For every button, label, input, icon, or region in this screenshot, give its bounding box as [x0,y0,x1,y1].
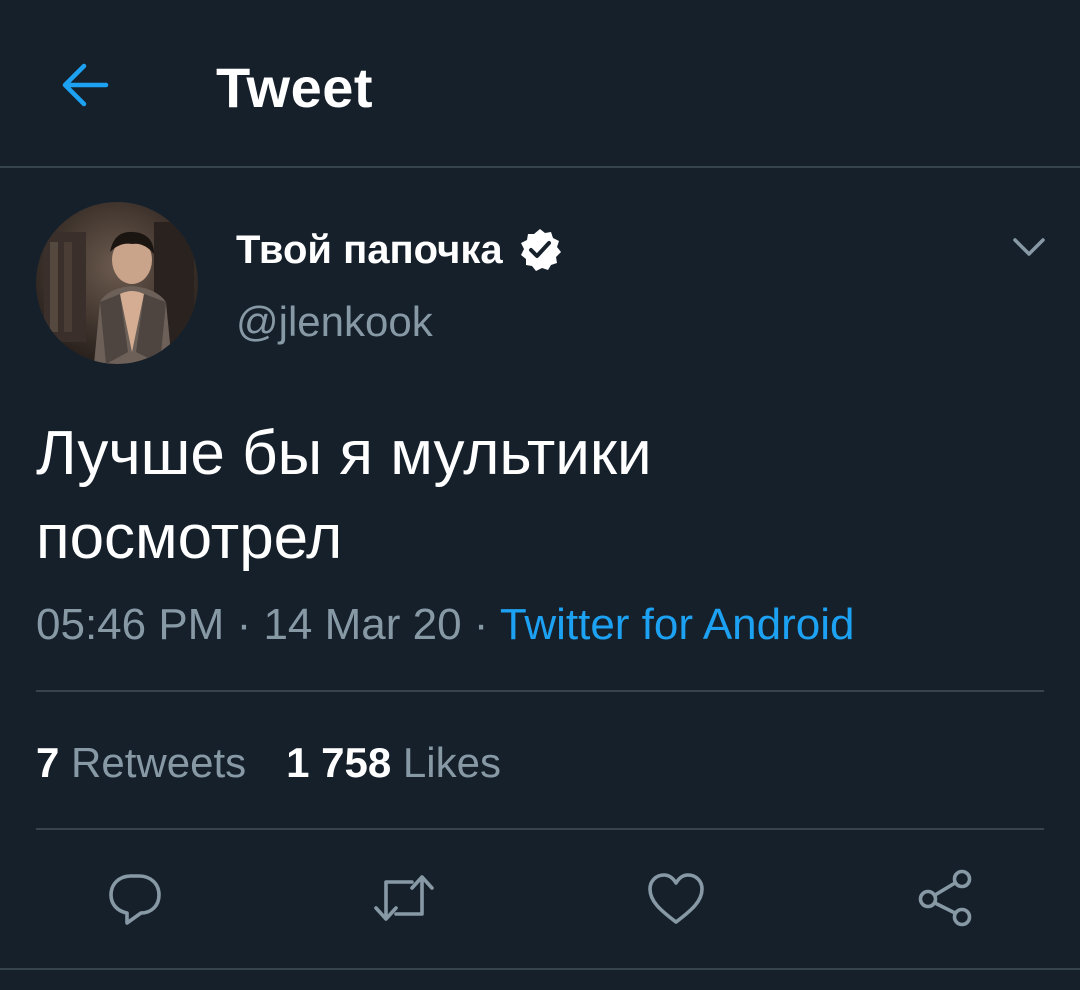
avatar[interactable] [36,202,198,364]
likes-count: 1 758 [286,739,392,786]
tweet-source-link[interactable]: Twitter for Android [500,600,855,649]
arrow-left-icon [62,63,109,107]
tweet-stats: 7 Retweets 1 758 Likes [36,736,501,790]
retweet-button[interactable] [372,866,436,930]
likes-stat[interactable]: 1 758 Likes [286,736,501,790]
likes-label: Likes [402,739,501,786]
retweets-label: Retweets [71,739,247,786]
reply-button[interactable] [103,866,167,930]
tweet-meta: 05:46 PM · 14 Mar 20 · Twitter for Andro… [36,598,854,652]
divider [0,968,1080,970]
display-name: Твой папочка [236,228,503,272]
tweet-detail-screen: Tweet Твой папочка @jlenkook Лучше бы я … [0,0,1080,990]
meta-separator: · [461,600,500,649]
like-icon [648,873,704,924]
more-options-button[interactable] [1008,226,1050,268]
tweet-text: Лучше бы я мультики посмотрел [36,419,652,572]
divider [36,828,1044,830]
reply-icon [109,874,161,925]
top-app-bar: Tweet [0,0,1080,168]
chevron-down-icon [1013,238,1045,256]
divider [36,690,1044,692]
author-name-row[interactable]: Твой папочка [236,226,563,274]
like-button[interactable] [644,866,708,930]
verified-badge-icon [520,229,561,271]
back-button[interactable] [56,57,112,113]
retweets-count: 7 [36,739,60,786]
author-handle[interactable]: @jlenkook [236,296,433,348]
tweet-time: 05:46 PM [36,600,225,649]
page-title: Tweet [216,56,374,119]
tweet-date: 14 Mar 20 [263,600,462,649]
retweets-stat[interactable]: 7 Retweets [36,736,246,790]
share-button[interactable] [913,866,977,930]
retweet-icon [374,875,434,921]
share-icon [918,869,972,927]
meta-separator: · [224,600,264,649]
